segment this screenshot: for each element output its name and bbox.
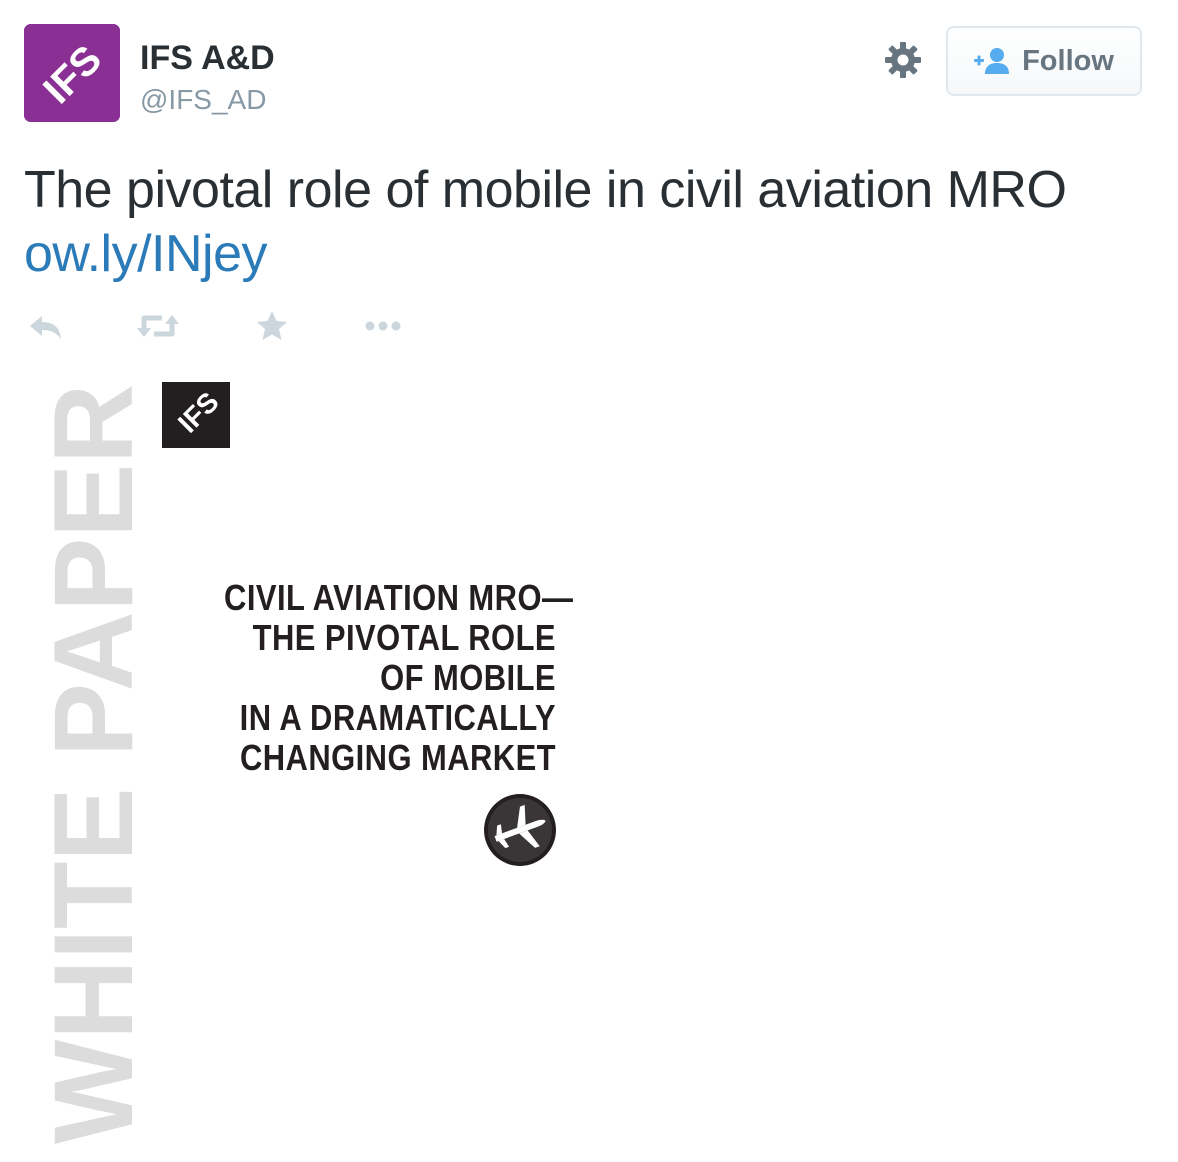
- screen-name[interactable]: @IFS_AD: [140, 84, 266, 116]
- cover-title-line: CIVIL AVIATION MRO—: [224, 577, 574, 618]
- more-dots-icon[interactable]: [362, 306, 406, 346]
- retweet-icon[interactable]: [136, 306, 180, 346]
- cover-title-line: IN A DRAMATICALLY: [239, 697, 556, 738]
- ifs-logo-icon: IFS: [24, 24, 120, 122]
- white-paper-side-label: WHITE PAPER: [31, 384, 144, 1144]
- cover-title-line: OF MOBILE: [380, 657, 556, 698]
- cover-title: CIVIL AVIATION MRO— THE PIVOTAL ROLE OF …: [224, 577, 574, 778]
- cover-title-line: CHANGING MARKET: [239, 737, 556, 778]
- follow-label: Follow: [1022, 44, 1114, 77]
- tweet-text: The pivotal role of mobile in civil avia…: [24, 158, 1144, 286]
- airplane-icon: [483, 793, 557, 867]
- profile-avatar[interactable]: IFS: [24, 24, 120, 122]
- cover-ifs-logo-icon: IFS: [162, 382, 230, 448]
- svg-text:WHITE PAPER: WHITE PAPER: [31, 384, 144, 1144]
- tweet-link[interactable]: ow.ly/INjey: [24, 225, 268, 283]
- favorite-star-icon[interactable]: [254, 306, 290, 346]
- reply-icon[interactable]: [28, 306, 64, 346]
- display-name[interactable]: IFS A&D: [140, 38, 275, 78]
- settings-gear-icon[interactable]: [884, 41, 922, 79]
- cover-title-line: THE PIVOTAL ROLE: [252, 617, 556, 658]
- follow-button[interactable]: Follow: [946, 26, 1142, 96]
- tweet-body: The pivotal role of mobile in civil avia…: [24, 161, 1067, 219]
- add-user-icon: [974, 48, 1010, 74]
